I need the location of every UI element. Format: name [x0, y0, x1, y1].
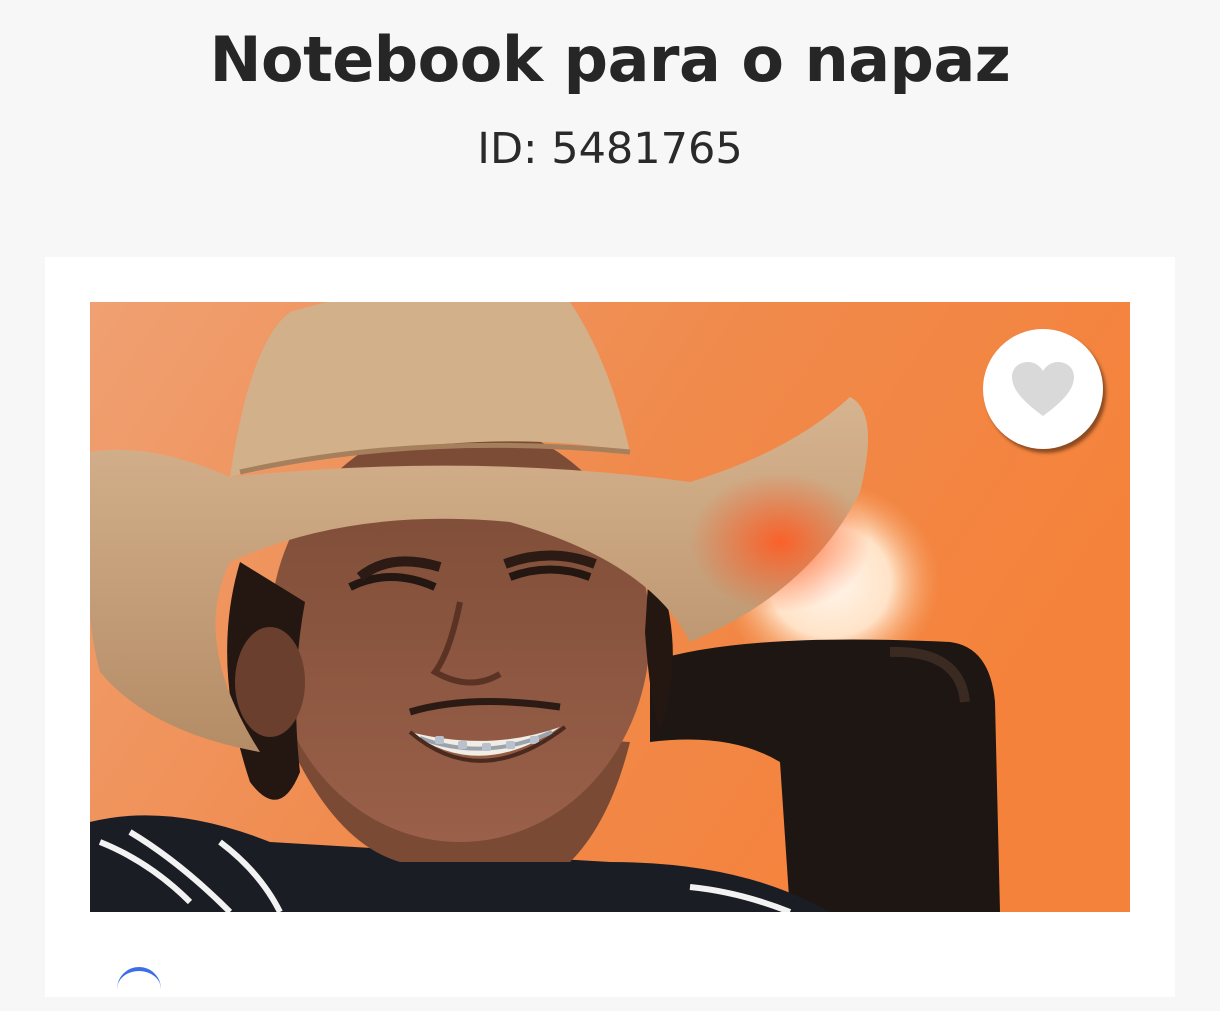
campaign-card — [45, 257, 1175, 997]
heart-icon — [1012, 362, 1074, 416]
photo-illustration — [90, 302, 1130, 912]
favorite-button[interactable] — [983, 329, 1103, 449]
page-title: Notebook para o napaz — [209, 23, 1011, 96]
campaign-id: ID: 5481765 — [477, 124, 743, 174]
campaign-photo[interactable] — [90, 302, 1130, 912]
